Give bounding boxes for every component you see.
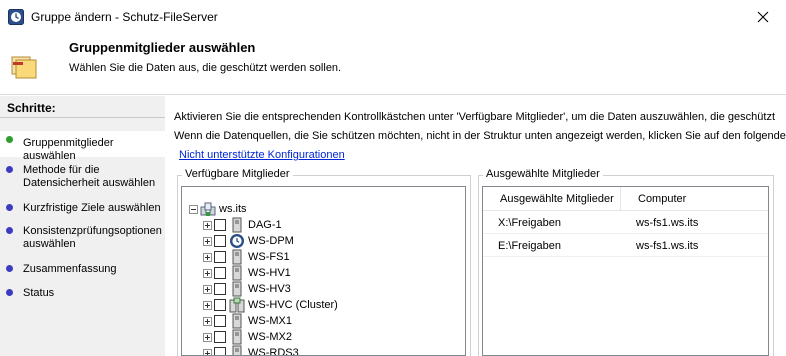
checkbox[interactable] bbox=[214, 315, 226, 327]
tree-node-label: WS-HV3 bbox=[248, 283, 291, 295]
tree-node[interactable]: WS-DPM bbox=[203, 233, 294, 249]
server-icon bbox=[232, 329, 242, 345]
expand-icon[interactable] bbox=[203, 300, 212, 310]
selected-members-group: Ausgewählte Mitglieder Ausgewählte Mitgl… bbox=[478, 168, 774, 356]
tree-node[interactable]: WS-MX2 bbox=[203, 329, 292, 345]
expand-icon[interactable] bbox=[203, 284, 212, 294]
title-bar: Gruppe ändern - Schutz-FileServer bbox=[0, 0, 786, 34]
expand-icon[interactable] bbox=[203, 252, 212, 262]
tree-node[interactable]: WS-MX1 bbox=[203, 313, 292, 329]
tree-node-label: DAG-1 bbox=[248, 219, 282, 231]
table-row[interactable]: E:\Freigaben ws-fs1.ws.its bbox=[483, 235, 768, 257]
checkbox[interactable] bbox=[214, 235, 226, 247]
step-summary[interactable]: Zusammenfassung bbox=[0, 263, 165, 277]
tree-node-label: ws.its bbox=[219, 203, 247, 215]
tree-node[interactable]: WS-HV1 bbox=[203, 265, 291, 281]
step-label: Methode für die Datensicherheit auswähle… bbox=[23, 164, 156, 189]
page-title: Gruppenmitglieder auswählen bbox=[69, 40, 256, 55]
expand-icon[interactable] bbox=[203, 236, 212, 246]
expand-icon[interactable] bbox=[203, 332, 212, 342]
page-subtitle: Wählen Sie die Daten aus, die geschützt … bbox=[69, 62, 342, 74]
server-icon bbox=[232, 345, 242, 355]
main-content: Aktivieren Sie die entsprechenden Kontro… bbox=[170, 96, 786, 356]
server-icon bbox=[232, 313, 242, 329]
tree-node[interactable]: DAG-1 bbox=[203, 217, 282, 233]
member-cell: X:\Freigaben bbox=[498, 217, 561, 229]
tree-node-label: WS-HV1 bbox=[248, 267, 291, 279]
column-header-computer[interactable]: Computer bbox=[621, 187, 768, 211]
list-header: Ausgewählte Mitglieder Computer bbox=[483, 187, 768, 211]
step-status-icon bbox=[6, 204, 13, 211]
selected-members-title: Ausgewählte Mitglieder bbox=[483, 168, 603, 180]
expand-icon[interactable] bbox=[203, 316, 212, 326]
unsupported-configurations-link[interactable]: Nicht unterstützte Konfigurationen bbox=[179, 149, 345, 161]
tree-node-label: WS-MX1 bbox=[248, 315, 292, 327]
step-status-icon bbox=[6, 227, 13, 234]
available-members-title: Verfügbare Mitglieder bbox=[182, 168, 293, 180]
step-protection-method[interactable]: Methode für die Datensicherheit auswähle… bbox=[0, 164, 165, 192]
step-label: Zusammenfassung bbox=[23, 263, 117, 275]
table-row[interactable]: X:\Freigaben ws-fs1.ws.its bbox=[483, 212, 768, 234]
tree-node[interactable]: WS-RDS3 bbox=[203, 345, 299, 356]
steps-heading: Schritte: bbox=[7, 101, 56, 115]
tree-node-label: WS-FS1 bbox=[248, 251, 290, 263]
tree-root[interactable]: ws.its bbox=[189, 201, 247, 217]
tree-node[interactable]: WS-FS1 bbox=[203, 249, 290, 265]
steps-sidebar: Schritte: Gruppenmitglieder auswählen Me… bbox=[0, 96, 165, 356]
expand-icon[interactable] bbox=[203, 348, 212, 355]
description-line-2: Wenn die Datenquellen, die Sie schützen … bbox=[174, 130, 786, 142]
step-status-icon bbox=[6, 265, 13, 272]
tree-node[interactable]: WS-HVC (Cluster) bbox=[203, 297, 338, 313]
collapse-toggle-icon[interactable] bbox=[189, 204, 198, 214]
available-members-group: Verfügbare Mitglieder ws.its DAG-1 WS-DP… bbox=[177, 168, 471, 356]
tree-node-label: WS-RDS3 bbox=[248, 347, 299, 356]
step-label: Status bbox=[23, 287, 55, 299]
server-icon bbox=[232, 249, 242, 265]
computer-cell: ws-fs1.ws.its bbox=[636, 217, 699, 229]
checkbox[interactable] bbox=[214, 331, 226, 343]
dpm-app-icon bbox=[8, 9, 24, 25]
cluster-icon bbox=[229, 297, 245, 313]
folder-icon bbox=[11, 56, 37, 79]
checkbox[interactable] bbox=[214, 219, 226, 231]
server-icon bbox=[232, 217, 242, 233]
step-status[interactable]: Status bbox=[0, 287, 165, 301]
step-label: Konsistenzprüfungsoptionen auswählen bbox=[23, 225, 162, 250]
tree-node[interactable]: WS-HV3 bbox=[203, 281, 291, 297]
server-icon bbox=[232, 281, 242, 297]
step-status-icon bbox=[6, 136, 13, 143]
divider bbox=[0, 117, 165, 118]
description-line-1: Aktivieren Sie die entsprechenden Kontro… bbox=[174, 111, 775, 123]
selected-members-list[interactable]: Ausgewählte Mitglieder Computer X:\Freig… bbox=[482, 186, 769, 356]
expand-icon[interactable] bbox=[203, 220, 212, 230]
tree-node-label: WS-DPM bbox=[248, 235, 294, 247]
step-consistency-check[interactable]: Konsistenzprüfungsoptionen auswählen bbox=[0, 225, 165, 253]
step-status-icon bbox=[6, 289, 13, 296]
checkbox[interactable] bbox=[214, 299, 226, 311]
available-members-tree[interactable]: ws.its DAG-1 WS-DPM WS-FS1 WS-HV1 WS-HV3… bbox=[181, 186, 466, 356]
checkbox[interactable] bbox=[214, 283, 226, 295]
column-header-member[interactable]: Ausgewählte Mitglieder bbox=[483, 187, 621, 211]
expand-icon[interactable] bbox=[203, 268, 212, 278]
wizard-header: Gruppenmitglieder auswählen Wählen Sie d… bbox=[0, 34, 786, 95]
server-icon bbox=[232, 265, 242, 281]
window-title: Gruppe ändern - Schutz-FileServer bbox=[31, 10, 218, 24]
checkbox[interactable] bbox=[214, 347, 226, 355]
step-label: Kurzfristige Ziele auswählen bbox=[23, 202, 161, 214]
dpm-server-icon bbox=[230, 234, 244, 248]
domain-icon bbox=[200, 202, 216, 216]
step-short-term-goals[interactable]: Kurzfristige Ziele auswählen bbox=[0, 202, 165, 216]
tree-node-label: WS-MX2 bbox=[248, 331, 292, 343]
step-label: Gruppenmitglieder auswählen bbox=[23, 137, 114, 162]
computer-cell: ws-fs1.ws.its bbox=[636, 240, 699, 252]
step-status-icon bbox=[6, 166, 13, 173]
tree-node-label: WS-HVC (Cluster) bbox=[248, 299, 338, 311]
close-button[interactable] bbox=[740, 0, 786, 34]
checkbox[interactable] bbox=[214, 251, 226, 263]
member-cell: E:\Freigaben bbox=[498, 240, 561, 252]
checkbox[interactable] bbox=[214, 267, 226, 279]
close-icon bbox=[757, 11, 769, 23]
step-select-members[interactable]: Gruppenmitglieder auswählen bbox=[0, 131, 165, 162]
